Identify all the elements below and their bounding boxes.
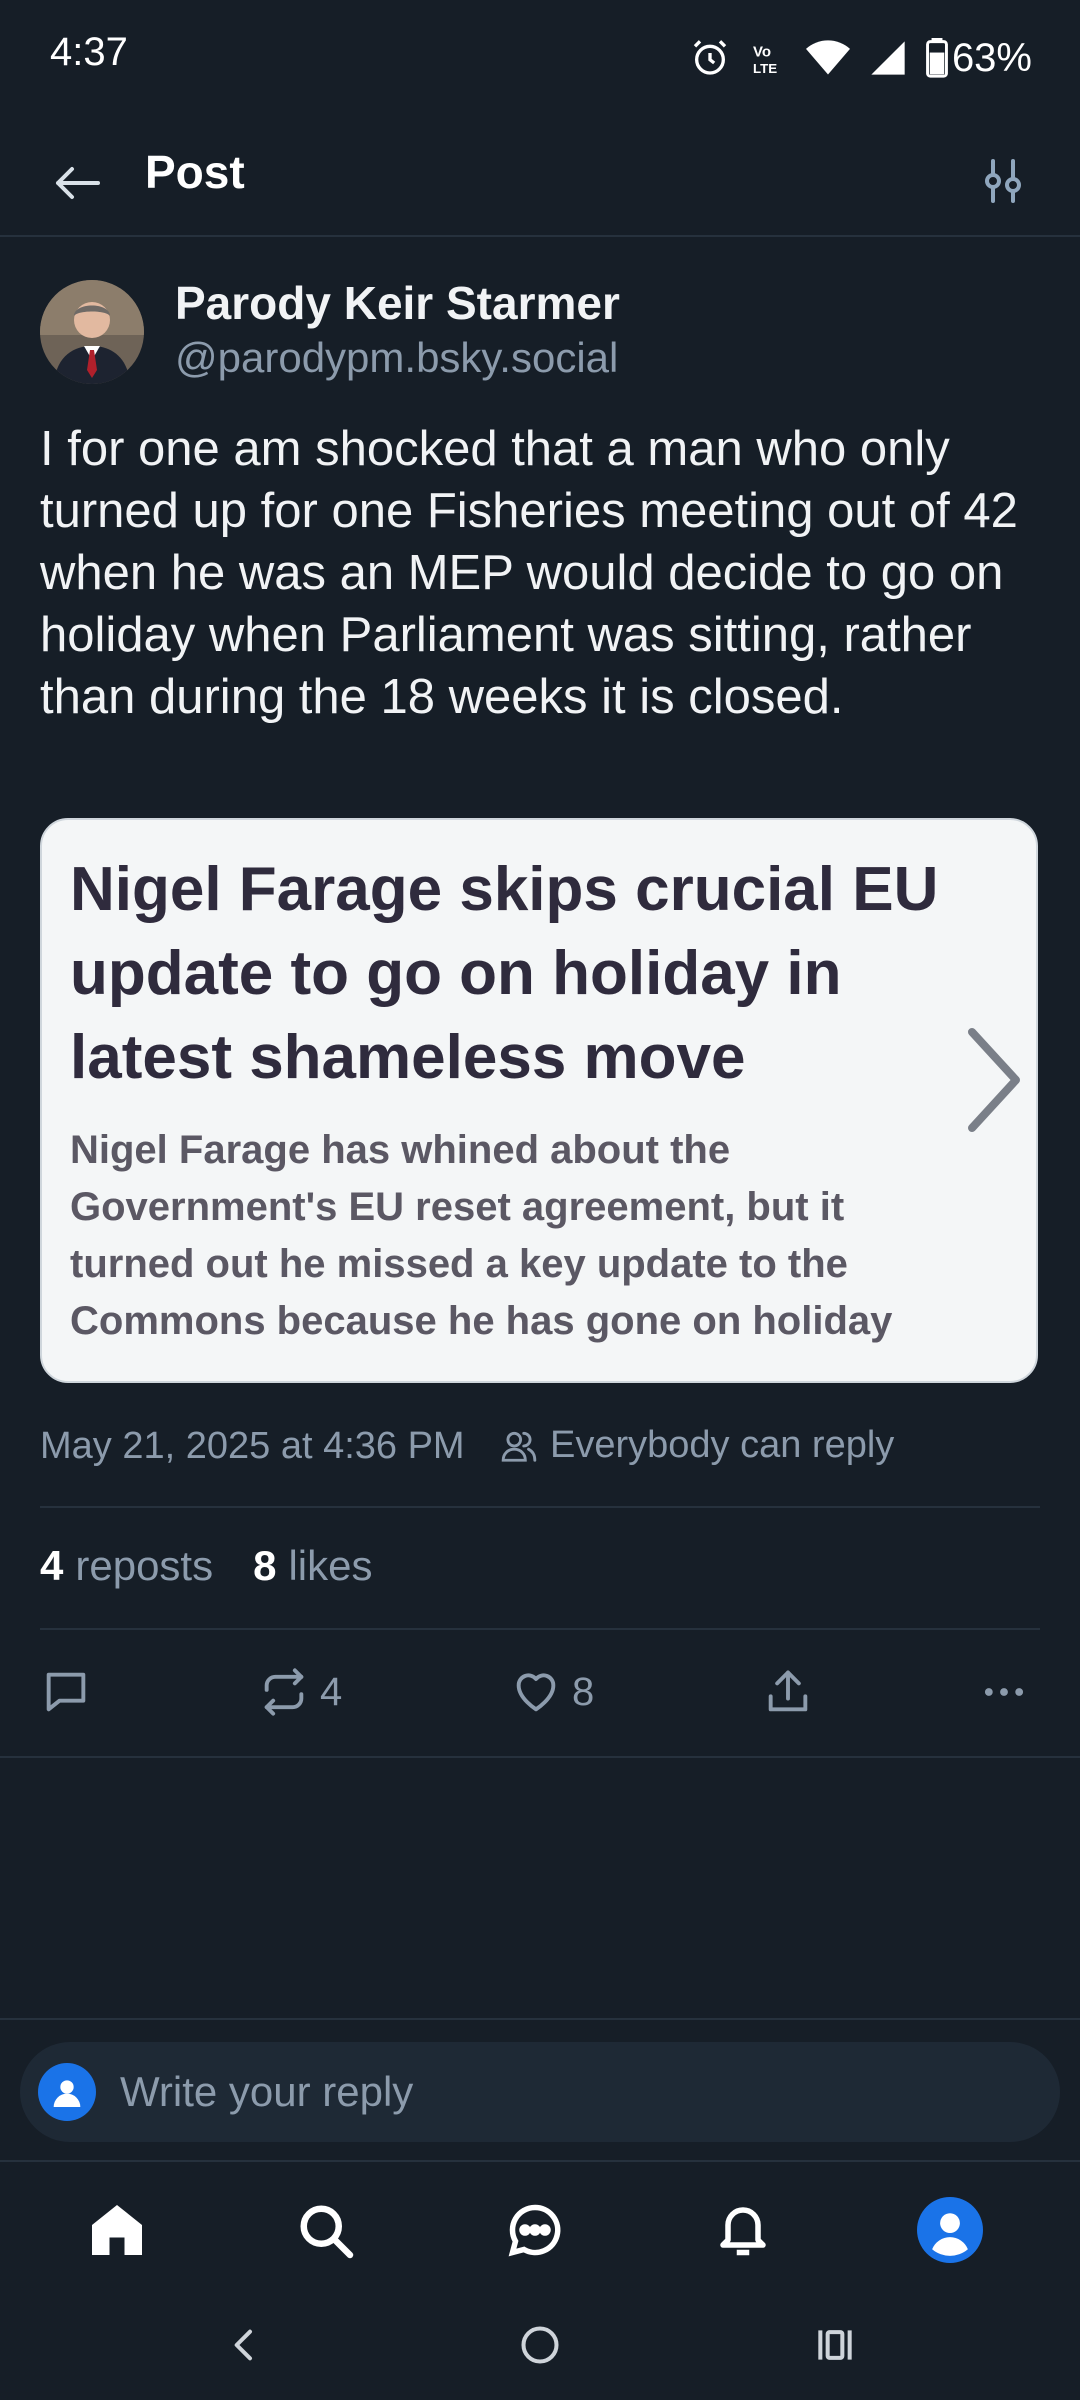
nav-chat[interactable]: [500, 2195, 570, 2265]
arrow-left-icon: [56, 167, 100, 199]
repost-button[interactable]: 4: [258, 1660, 342, 1724]
author-avatar[interactable]: [40, 280, 144, 384]
share-button[interactable]: [762, 1660, 814, 1724]
share-icon: [768, 1670, 808, 1712]
likes-stat[interactable]: 8 likes: [253, 1542, 372, 1590]
repost-count: 4: [320, 1669, 343, 1714]
system-back-button[interactable]: [210, 2310, 280, 2380]
post-timestamp: May 21, 2025 at 4:36 PM: [40, 1425, 465, 1467]
battery-percent: 63%: [951, 35, 1032, 80]
reply-setting[interactable]: Everybody can reply: [500, 1424, 894, 1467]
home-icon: [92, 2205, 142, 2255]
person-icon: [53, 2080, 81, 2107]
author-name[interactable]: Parody Keir Starmer: [175, 276, 620, 330]
comment-icon: [46, 1672, 86, 1712]
section-divider: [0, 1756, 1080, 1758]
nav-notifications[interactable]: [708, 2195, 778, 2265]
battery-icon: [926, 38, 948, 78]
svg-text:Vo: Vo: [753, 43, 771, 60]
volte-icon: VoLTE: [753, 43, 777, 76]
bell-icon: [720, 2207, 766, 2256]
more-options-button[interactable]: [978, 1660, 1030, 1724]
back-button[interactable]: [44, 150, 110, 216]
more-horizontal-icon: [984, 1688, 1024, 1696]
reply-composer[interactable]: Write your reply: [20, 2042, 1060, 2142]
reposts-count: 4: [40, 1542, 64, 1589]
wifi-icon: [805, 40, 850, 75]
chevron-right-icon: [968, 1028, 1020, 1132]
likes-count: 8: [253, 1542, 277, 1589]
search-icon: [300, 2205, 354, 2259]
system-recents-button[interactable]: [800, 2310, 870, 2380]
link-card-description: Nigel Farage has whined about the Govern…: [70, 1128, 893, 1343]
page-title: Post: [145, 146, 245, 198]
reply-setting-label: Everybody can reply: [550, 1424, 895, 1466]
profile-icon: [917, 2197, 983, 2263]
people-icon: [501, 1431, 537, 1462]
reposts-stat[interactable]: 4 reposts: [40, 1542, 213, 1590]
nav-search[interactable]: [290, 2195, 360, 2265]
svg-text:LTE: LTE: [753, 61, 777, 76]
post-text: I for one am shocked that a man who only…: [40, 422, 1018, 724]
repost-icon: [264, 1668, 304, 1716]
alarm-icon: [693, 40, 727, 75]
composer-divider: [0, 2018, 1080, 2020]
link-card-title: Nigel Farage skips crucial EU update to …: [70, 855, 939, 1092]
system-recents-icon: [818, 2330, 852, 2360]
divider: [40, 1506, 1040, 1508]
sliders-icon: [985, 159, 1021, 203]
heart-icon: [516, 1673, 556, 1712]
status-time: 4:37: [50, 30, 128, 74]
system-back-icon: [234, 2329, 252, 2361]
chat-icon: [508, 2204, 561, 2257]
reply-placeholder: Write your reply: [120, 2068, 414, 2115]
nav-home[interactable]: [82, 2195, 152, 2265]
system-home-icon: [521, 2326, 559, 2364]
thread-settings-button[interactable]: [968, 146, 1038, 216]
status-icons: Vo LTE 63%: [690, 30, 1032, 86]
reposts-label: reposts: [75, 1542, 214, 1589]
likes-label: likes: [288, 1542, 373, 1589]
user-avatar: [38, 2063, 96, 2121]
like-count: 8: [572, 1669, 595, 1714]
like-button[interactable]: 8: [510, 1660, 594, 1724]
reply-button[interactable]: [40, 1660, 92, 1724]
signal-icon: [871, 41, 905, 75]
nav-profile[interactable]: [915, 2195, 985, 2265]
author-handle[interactable]: @parodypm.bsky.social: [175, 334, 618, 382]
divider: [40, 1628, 1040, 1630]
engagement-stats: 4 reposts 8 likes: [40, 1542, 372, 1590]
system-home-button[interactable]: [505, 2310, 575, 2380]
link-preview-card[interactable]: Nigel Farage skips crucial EU update to …: [40, 818, 1038, 1383]
